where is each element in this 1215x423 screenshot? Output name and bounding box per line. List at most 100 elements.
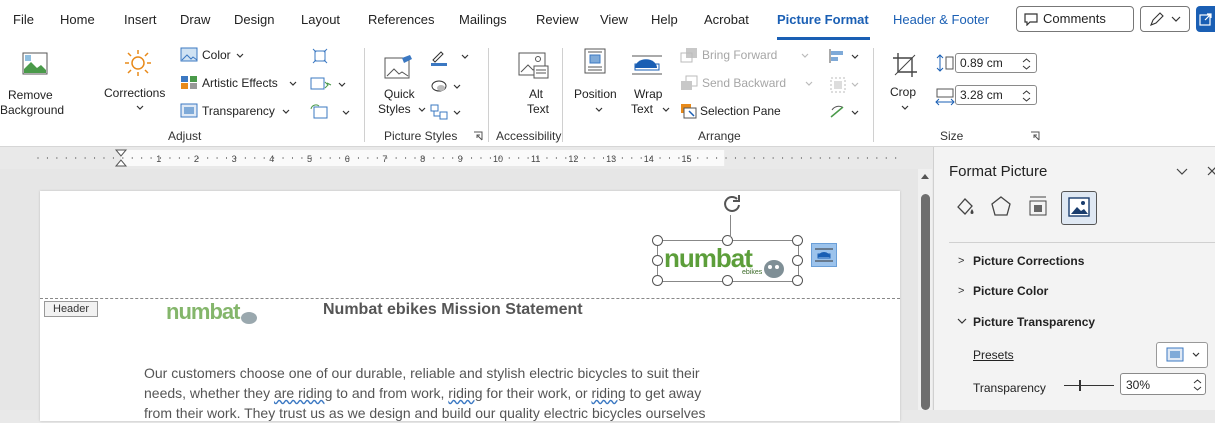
bring-forward-button[interactable]: Bring Forward [678, 46, 818, 66]
picture-transparency-section[interactable]: Picture Transparency [973, 315, 1095, 329]
resize-handle[interactable] [722, 275, 733, 286]
transparency-label: Transparency [202, 104, 275, 118]
ruler-number: 15 [681, 154, 691, 164]
crop-button[interactable]: Crop [884, 44, 928, 126]
transparency-slider-thumb[interactable] [1079, 380, 1081, 391]
chevron-down-icon[interactable] [851, 54, 859, 60]
picture-icon [1068, 197, 1090, 217]
position-button[interactable]: Position [570, 44, 624, 126]
color-icon [180, 47, 198, 62]
rotate-icon[interactable] [829, 104, 847, 120]
menu-design[interactable]: Design [234, 12, 274, 27]
menu-view[interactable]: View [600, 12, 628, 27]
close-icon[interactable] [1207, 166, 1215, 176]
resize-handle[interactable] [652, 275, 663, 286]
ruler-number: 4 [269, 154, 274, 164]
picture-corrections-section[interactable]: Picture Corrections [973, 254, 1084, 268]
menu-file[interactable]: File [13, 12, 34, 27]
transparency-button[interactable]: Transparency [178, 102, 298, 122]
wrap-text-button[interactable]: Wrap Text [628, 44, 672, 126]
chevron-down-icon[interactable] [1176, 168, 1188, 176]
selection-pane-button[interactable]: Selection Pane [678, 102, 798, 122]
fill-line-icon[interactable] [953, 195, 977, 219]
scrollbar-thumb[interactable] [921, 194, 930, 410]
resize-handle[interactable] [792, 275, 803, 286]
remove-background-button[interactable]: Remove Background [0, 44, 66, 124]
body-paragraph[interactable]: Our customers choose one of our durable,… [144, 363, 706, 423]
transparency-slider-track[interactable] [1064, 385, 1114, 386]
position-icon [584, 48, 606, 74]
spinner-arrows-icon[interactable] [1193, 378, 1202, 392]
menu-home[interactable]: Home [60, 12, 95, 27]
layout-options-button[interactable] [811, 243, 837, 267]
editing-mode-button[interactable] [1140, 6, 1190, 32]
quick-styles-button[interactable]: Quick Styles [378, 44, 426, 126]
menu-layout[interactable]: Layout [301, 12, 340, 27]
alt-text-button[interactable]: Alt Text [510, 44, 560, 126]
menu-picture-format[interactable]: Picture Format [777, 12, 869, 27]
width-spinner[interactable]: 3.28 cm [955, 85, 1037, 105]
chevron-down-icon[interactable] [851, 82, 859, 88]
dialog-launcher-icon[interactable] [473, 131, 483, 141]
menu-draw[interactable]: Draw [180, 12, 210, 27]
resize-handle[interactable] [722, 235, 733, 246]
picture-layout-icon[interactable] [430, 104, 448, 120]
comments-button[interactable]: Comments [1016, 6, 1134, 32]
chevron-down-icon[interactable] [342, 110, 350, 116]
rotate-handle-icon[interactable] [720, 193, 742, 215]
compress-pictures-icon[interactable] [312, 48, 328, 64]
accessibility-group-label: Accessibility [496, 129, 562, 143]
height-spinner[interactable]: 0.89 cm [955, 53, 1037, 73]
chevron-down-icon[interactable] [453, 110, 461, 116]
menu-insert[interactable]: Insert [124, 12, 157, 27]
scroll-up-icon[interactable] [921, 173, 929, 179]
menu-mailings[interactable]: Mailings [459, 12, 507, 27]
effects-icon[interactable] [990, 195, 1012, 217]
resize-handle[interactable] [792, 255, 803, 266]
resize-handle[interactable] [792, 235, 803, 246]
grammar-flag[interactable]: riding [448, 385, 482, 401]
corrections-label: Corrections [104, 86, 166, 100]
resize-handle[interactable] [652, 255, 663, 266]
bring-forward-label: Bring Forward [702, 48, 778, 62]
document-page[interactable]: Header numbat ebikes numbat Numbat ebike… [40, 191, 900, 421]
horizontal-ruler[interactable]: 1 2 3 4 5 6 7 8 9 10 11 12 13 14 15 [0, 147, 932, 169]
reset-picture-icon[interactable] [310, 104, 330, 120]
presets-dropdown[interactable] [1156, 342, 1208, 368]
resize-handle[interactable] [652, 235, 663, 246]
dialog-launcher-icon[interactable] [1030, 131, 1040, 141]
grammar-flag[interactable]: are riding [274, 385, 332, 401]
change-picture-icon[interactable] [310, 76, 332, 92]
picture-border-icon[interactable] [430, 48, 448, 66]
transparency-spinner[interactable]: 30% [1120, 373, 1206, 395]
color-button[interactable]: Color [178, 46, 298, 66]
ruler-number: 13 [606, 154, 616, 164]
menu-review[interactable]: Review [536, 12, 579, 27]
spinner-arrows-icon[interactable] [1022, 89, 1031, 103]
send-backward-button[interactable]: Send Backward [678, 74, 818, 94]
picture-effects-icon[interactable] [430, 78, 448, 94]
menu-references[interactable]: References [368, 12, 434, 27]
share-button[interactable] [1196, 6, 1215, 32]
picture-color-section[interactable]: Picture Color [973, 284, 1048, 298]
spinner-arrows-icon[interactable] [1022, 57, 1031, 71]
menu-acrobat[interactable]: Acrobat [704, 12, 749, 27]
menu-help[interactable]: Help [651, 12, 678, 27]
group-divider [562, 48, 563, 142]
chevron-down-icon[interactable] [851, 110, 859, 116]
alt-text-icon [518, 52, 549, 79]
group-objects-icon[interactable] [830, 77, 846, 93]
picture-tab[interactable] [1061, 191, 1097, 225]
transparency-setting-label: Transparency [973, 381, 1046, 395]
grammar-flag[interactable]: riding [591, 385, 625, 401]
artistic-effects-button[interactable]: Artistic Effects [178, 74, 303, 94]
align-icon[interactable] [828, 48, 846, 64]
corrections-button[interactable]: Corrections [104, 44, 174, 124]
chevron-down-icon[interactable] [461, 54, 469, 60]
menu-header-footer[interactable]: Header & Footer [893, 12, 989, 27]
layout-properties-icon[interactable] [1027, 195, 1049, 217]
chevron-down-icon[interactable] [453, 84, 461, 90]
wrap-text-label-2: Text [631, 102, 654, 116]
color-label: Color [202, 48, 231, 62]
chevron-down-icon[interactable] [338, 82, 346, 88]
